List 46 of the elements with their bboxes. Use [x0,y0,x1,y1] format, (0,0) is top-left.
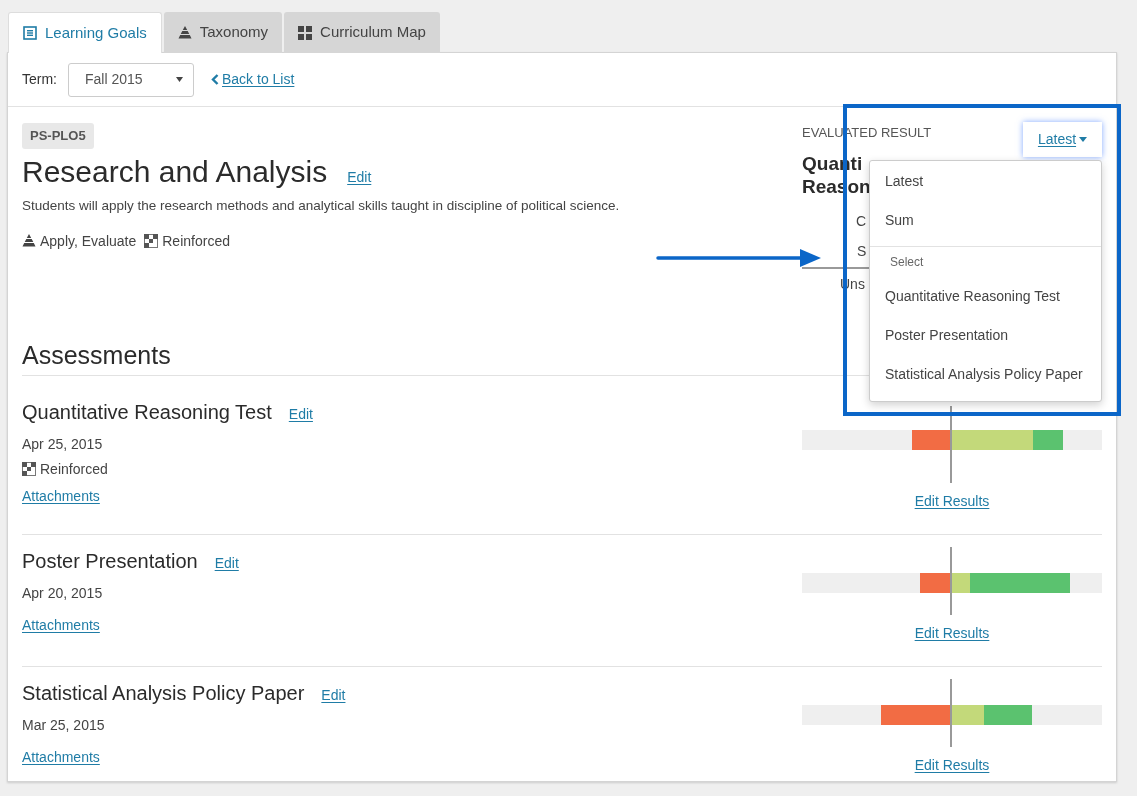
back-link[interactable]: Back to List [211,69,295,90]
pyramid-icon [22,234,36,247]
edit-results-link[interactable]: Edit Results [914,623,990,643]
assessment-title: Quantitative Reasoning Test [22,400,272,425]
caret-icon [176,77,183,82]
assessment-date: Apr 20, 2015 [22,584,104,603]
edit-link[interactable]: Edit [321,685,346,706]
result-text: C [856,212,867,231]
tab[interactable]: Taxonomy [163,12,283,53]
goal-title: Research and Analysis [22,153,328,190]
chevron-left-icon [211,74,219,85]
edit-results-link[interactable]: Edit Results [914,755,990,775]
term-label: Term: [22,70,57,89]
tag-label: Reinforced [162,231,230,251]
assessment-date: Apr 25, 2015 [22,435,104,454]
latest-dropdown-button[interactable]: Latest [1023,122,1102,157]
assessment-title: Poster Presentation [22,549,198,574]
term-select[interactable]: Fall 2015 [68,62,194,97]
attachments-link[interactable]: Attachments [22,486,100,506]
menu-item[interactable]: Poster Presentation [870,316,1101,355]
menu-item[interactable]: Latest [870,162,1101,201]
edit-results-link[interactable]: Edit Results [914,491,990,511]
goal-description: Students will apply the research methods and analytical skills taught in discipline of political science. [22,196,621,215]
edit-link[interactable]: Edit [347,166,372,188]
menu-header: Select [889,254,925,271]
caret-icon [1079,137,1088,142]
tab[interactable]: Curriculum Map [284,12,440,53]
tab[interactable]: Learning Goals [8,12,162,53]
menu-item[interactable]: Sum [870,201,1101,240]
tag-label: Reinforced [40,460,108,479]
checker-icon [22,462,36,476]
edit-link[interactable]: Edit [214,553,239,574]
list-icon [23,26,37,40]
tag-label: Apply, Evaluate [40,231,137,251]
grid-icon [298,25,313,40]
assessment-title: Statistical Analysis Policy Paper [22,681,305,706]
attachments-link[interactable]: Attachments [22,615,100,635]
code-badge: PS-PLO5 [22,123,94,149]
menu-item[interactable]: Quantitative Reasoning Test [870,277,1101,316]
checker-icon [144,233,159,248]
attachments-link[interactable]: Attachments [22,747,100,767]
pyramid-icon [177,26,192,39]
assessment-date: Mar 25, 2015 [22,716,106,735]
menu-item[interactable]: Statistical Analysis Policy Paper [870,355,1101,394]
edit-link[interactable]: Edit [288,404,313,425]
result-text: S [857,242,867,261]
